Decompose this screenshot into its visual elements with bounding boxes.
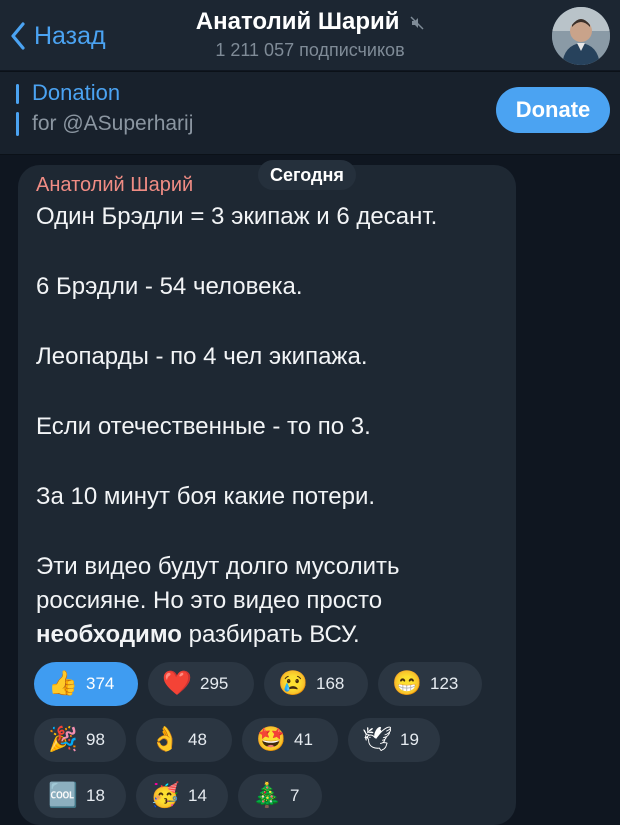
reaction-count: 14 [188,786,207,805]
message-line: Если отечественные - то по 3. [36,413,371,440]
message-line: 6 Брэдли - 54 человека. [36,273,303,300]
top-bar: Назад Анатолий Шарий 1 211 057 подписчик… [0,0,620,70]
reaction-count: 7 [290,786,300,805]
reaction-ok-hand[interactable]: 👌 48 [136,718,232,762]
christmas-tree-icon: 🎄 [252,782,282,809]
message-text: разбирать ВСУ. [181,621,360,648]
reaction-cool[interactable]: 🆒 18 [34,774,126,818]
date-separator: Сегодня [258,160,356,190]
cool-icon: 🆒 [48,782,78,809]
avatar[interactable] [552,7,610,65]
grinning-face-icon: 😁 [392,670,422,697]
crying-face-icon: 😢 [278,670,308,697]
star-struck-icon: 🤩 [256,726,286,753]
message-line: Леопарды - по 4 чел экипажа. [36,343,368,370]
back-label: Назад [34,21,106,50]
back-button[interactable]: Назад [10,18,106,54]
reaction-count: 123 [430,674,459,693]
message-line: россияне. Но это видео просто [36,587,383,614]
message-line: необходимо разбирать ВСУ. [36,618,360,652]
pin-indicator [16,112,19,136]
reaction-crying[interactable]: 😢 168 [264,662,368,706]
reaction-star-struck[interactable]: 🤩 41 [242,718,338,762]
message-author[interactable]: Анатолий Шарий [36,174,193,197]
reaction-count: 98 [86,730,105,749]
pinned-subtitle: for @ASuperharij [32,112,194,135]
party-popper-icon: 🎉 [48,726,78,753]
message-line: Один Брэдли = 3 экипаж и 6 десант. [36,203,438,230]
reaction-count: 48 [188,730,207,749]
reaction-count: 41 [294,730,313,749]
reaction-dove[interactable]: 🕊 19 [348,718,440,762]
reaction-heart[interactable]: ❤️ 295 [148,662,254,706]
reaction-partying-face[interactable]: 🥳 14 [136,774,228,818]
partying-face-icon: 🥳 [150,782,180,809]
reaction-grinning[interactable]: 😁 123 [378,662,482,706]
channel-title[interactable]: Анатолий Шарий [150,8,470,36]
channel-name: Анатолий Шарий [195,8,400,35]
reaction-party-popper[interactable]: 🎉 98 [34,718,126,762]
reaction-count: 19 [400,730,419,749]
muted-icon [410,16,424,30]
pinned-title: Donation [32,80,121,105]
thumbs-up-icon: 👍 [48,670,78,697]
subscriber-count: 1 211 057 подписчиков [215,40,405,60]
dove-icon: 🕊 [362,726,393,753]
reaction-thumbs-up[interactable]: 👍 374 [34,662,138,706]
avatar-image [552,7,610,65]
chevron-left-icon [11,22,25,50]
donate-button[interactable]: Donate [496,87,610,133]
reaction-count: 168 [316,674,345,693]
bold-word: необходимо [36,621,182,648]
heart-icon: ❤️ [162,670,192,697]
ok-hand-icon: 👌 [150,726,180,753]
reaction-christmas-tree[interactable]: 🎄 7 [238,774,322,818]
reaction-count: 18 [86,786,105,805]
message-line: За 10 минут боя какие потери. [36,483,376,510]
reaction-count: 295 [200,674,229,693]
pin-indicator [16,84,19,104]
reaction-count: 374 [86,674,115,693]
message-line: Эти видео будут долго мусолить [36,553,400,580]
